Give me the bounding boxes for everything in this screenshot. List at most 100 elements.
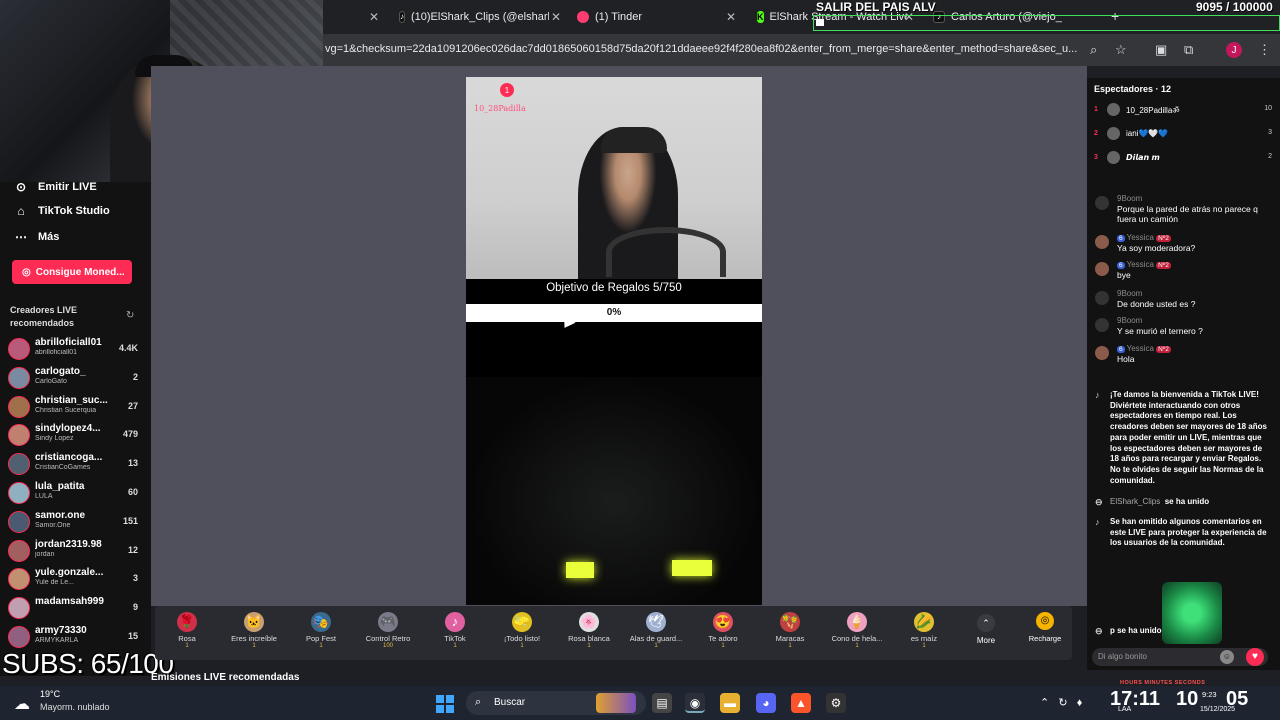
viewer-rank: 3	[1094, 154, 1098, 161]
broadcast-icon: ⊙	[15, 180, 27, 194]
level-badge: 6	[1117, 262, 1125, 269]
chat-text: bye	[1117, 270, 1131, 280]
avatar	[1095, 262, 1109, 276]
profile-avatar[interactable]: J	[1226, 42, 1242, 58]
comment-input[interactable]: Di algo bonito	[1092, 648, 1268, 666]
folder-icon[interactable]: ▬	[720, 693, 740, 713]
taskbar-search[interactable]: ⌕ Buscar	[466, 691, 646, 715]
gift-price: 100	[382, 643, 393, 649]
get-coins-label: Consigue Moned...	[35, 266, 125, 278]
weather-temp[interactable]: 19°C	[40, 689, 60, 699]
creator-item[interactable]: cristiancoga... CristianCoGames 13	[8, 451, 138, 477]
join-user[interactable]: ElShark_Clips	[1110, 497, 1160, 506]
gift-item[interactable]: 🧽 ¡Todo listo! 1	[490, 612, 554, 649]
avatar	[8, 453, 30, 476]
game-view	[466, 377, 762, 605]
bookmark-star-icon[interactable]: ☆	[1115, 42, 1127, 58]
chat-username: Yessica	[1126, 233, 1154, 242]
creator-item[interactable]: army73330 ARMYKARLA 15	[8, 624, 138, 650]
creator-sub: Sindy Lopez	[35, 435, 74, 443]
gift-item[interactable]: 🎭 Pop Fest 1	[289, 612, 353, 649]
gift-more-button[interactable]: ⌃ More	[972, 614, 1000, 645]
discord-icon[interactable]: ◕	[756, 693, 776, 713]
cloud-icon: ☁	[14, 696, 30, 713]
viewer-item[interactable]: 1 10_28Padillaॐ 10	[1094, 102, 1274, 120]
system-clock[interactable]: 9:23	[1202, 690, 1217, 699]
timer-hours: 17:11	[1110, 688, 1161, 710]
viewer-count: 13	[127, 458, 138, 469]
gift-item[interactable]: 🕊 Alas de guard... 1	[624, 612, 688, 649]
tab-close-icon[interactable]: ✕	[551, 10, 561, 24]
creator-name: madamsah999	[35, 596, 104, 608]
weather-desc[interactable]: Mayorm. nublado	[40, 702, 110, 712]
chrome-icon[interactable]: ◉	[685, 693, 705, 713]
gift-price: 1	[520, 643, 524, 649]
like-heart-icon[interactable]: ♥	[1246, 648, 1264, 666]
recharge-button[interactable]: ◎ Recharge	[1022, 612, 1068, 643]
brave-icon[interactable]: ▲	[791, 693, 811, 713]
creator-item[interactable]: madamsah999 9	[8, 595, 138, 621]
chat-text: Hola	[1117, 354, 1135, 364]
zoom-icon[interactable]: ⌕	[1090, 42, 1097, 58]
tab-elshark-clips[interactable]: ♪ (10)ElShark_Clips (@elshark	[399, 6, 549, 28]
get-coins-button[interactable]: ◎ Consigue Moned...	[12, 260, 132, 284]
system-date[interactable]: 15/12/2025	[1200, 706, 1235, 713]
gift-price: 1	[185, 643, 189, 649]
url-field[interactable]: vg=1&checksum=22da1091206ec026dac7dd0186…	[325, 43, 1085, 55]
avatar	[1095, 346, 1109, 360]
join-icon: ⊖	[1095, 626, 1103, 636]
chat-text: De donde usted es ?	[1117, 299, 1196, 309]
cast-icon[interactable]: ▣	[1155, 42, 1167, 58]
gift-goal-bar: 0%	[466, 304, 762, 322]
donation-progress-fill	[816, 19, 825, 26]
creator-item[interactable]: christian_suc... Christian Sucerquia 27	[8, 394, 138, 420]
gift-item[interactable]: 🌹 Rosa 1	[155, 612, 219, 649]
gift-price: 1	[654, 643, 658, 649]
windows-start-icon[interactable]	[436, 695, 454, 713]
creator-name: jordan2319.98	[35, 538, 102, 550]
tab-close-icon[interactable]: ✕	[369, 10, 379, 24]
tab-tinder[interactable]: (1) Tinder	[577, 6, 697, 28]
creator-item[interactable]: sindylopez4... Sindy Lopez 479	[8, 422, 138, 448]
creator-item[interactable]: yule.gonzale... Yule de Le... 3	[8, 566, 138, 592]
gift-item[interactable]: 🌸 Rosa blanca 1	[557, 612, 621, 649]
extensions-icon[interactable]: ⧉	[1184, 42, 1193, 58]
task-view-icon[interactable]: ▤	[652, 693, 672, 713]
gift-item[interactable]: 🪇 Maracas 1	[758, 612, 822, 649]
gift-item[interactable]: 🌽 es maíz 1	[892, 612, 956, 649]
tab-close-icon[interactable]: ✕	[726, 10, 736, 24]
chat-username: Yessica	[1126, 344, 1154, 353]
creator-sub: abrilloficiall01	[35, 349, 78, 356]
tray-icons[interactable]: ⌃ ↻ ♦	[1040, 696, 1082, 709]
creator-item[interactable]: samor.one Samor.One 151	[8, 509, 138, 535]
creator-sub: Yule de Le...	[35, 579, 74, 587]
creator-sub: LULA	[35, 493, 53, 500]
creator-sub: ARMYKARLA	[35, 637, 79, 644]
gift-item[interactable]: 🐱 Eres increíble 1	[222, 612, 286, 649]
emoji-icon[interactable]: ☺	[1220, 650, 1234, 664]
settings-icon[interactable]: ⚙	[826, 693, 846, 713]
gift-item[interactable]: 🍦 Cono de hela... 1	[825, 612, 889, 649]
menu-label: Emitir LIVE	[38, 181, 97, 193]
live-video[interactable]: 1 10_28Padilla Objetivo de Regalos 5/750…	[466, 77, 762, 605]
gift-item[interactable]: ♪ TikTok 1	[423, 612, 487, 649]
menu-label: Más	[38, 231, 60, 243]
viewer-item[interactable]: 2 iani💙🤍💙 3	[1094, 126, 1274, 144]
viewer-item[interactable]: 3 𝘿𝙞𝙡𝙖𝙣 𝙢 2	[1094, 150, 1274, 168]
gift-item[interactable]: 🎮 Control Retro 100	[356, 612, 420, 649]
gift-trophy-image[interactable]	[1162, 582, 1222, 644]
chevron-up-icon: ⌃	[977, 614, 995, 632]
creator-item[interactable]: abrilloficiall01 abrilloficiall01 4.4K	[8, 336, 138, 362]
creator-item[interactable]: jordan2319.98 jordan 12	[8, 538, 138, 564]
tiktok-gift-icon: ♪	[445, 612, 465, 632]
creator-item[interactable]: carlogato_ CarloGato 2	[8, 365, 138, 391]
headlight-right	[672, 560, 712, 576]
menu-tiktok-studio[interactable]: ⌂ TikTok Studio	[14, 204, 109, 218]
refresh-icon[interactable]: ↻	[126, 310, 134, 321]
menu-dots-icon[interactable]: ⋮	[1258, 42, 1271, 58]
creator-name: lula_patita	[35, 481, 85, 492]
gift-item[interactable]: 😍 Te adoro 1	[691, 612, 755, 649]
menu-emitir-live[interactable]: ⊙ Emitir LIVE	[14, 180, 97, 194]
menu-mas[interactable]: ⋯ Más	[14, 230, 59, 244]
creator-item[interactable]: lula_patita LULA 60	[8, 480, 138, 506]
